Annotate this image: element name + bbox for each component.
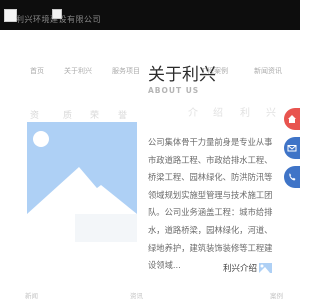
nav-item-about[interactable]: 关于利兴 <box>64 66 92 76</box>
faint-char: 利 <box>240 108 250 119</box>
side-home-button[interactable] <box>284 108 300 130</box>
about-more-link[interactable]: 利兴介绍 <box>223 262 273 274</box>
nav-item-services[interactable]: 服务项目 <box>112 66 140 76</box>
about-more-label: 利兴介绍 <box>223 264 258 274</box>
home-icon <box>288 115 296 123</box>
about-description: 公司集体骨干力量前身是专业从事市政道路工程、市政给排水工程、桥梁工程、园林绿化、… <box>148 137 273 271</box>
about-title: 关于利兴 <box>148 65 216 85</box>
top-bar: 利兴环境建设有限公司 <box>0 0 300 30</box>
footer-faint-text: 资讯 <box>130 292 143 300</box>
faint-char: 介 <box>188 108 198 119</box>
image-placeholder-icon <box>27 131 137 214</box>
faint-char: 誉 <box>118 111 128 121</box>
faint-char: 资 <box>30 111 40 121</box>
faint-char: 质 <box>63 111 73 121</box>
about-subtitle: ABOUT US <box>148 86 200 95</box>
nav-item-home[interactable]: 首页 <box>30 66 44 76</box>
broken-image-icon <box>52 9 62 19</box>
nav-item-news[interactable]: 新闻资讯 <box>254 66 282 76</box>
side-phone-button[interactable] <box>284 166 300 188</box>
image-shadow-band <box>75 214 137 242</box>
side-mail-button[interactable] <box>284 137 300 159</box>
about-image <box>27 122 137 214</box>
faint-char: 荣 <box>90 111 100 121</box>
mail-icon <box>287 145 297 152</box>
image-thumb-icon <box>259 263 273 273</box>
faint-char: 绍 <box>213 108 223 119</box>
faint-char: 兴 <box>266 108 276 119</box>
phone-icon <box>289 173 296 181</box>
footer-faint-text: 新闻 <box>25 292 38 300</box>
footer-faint-text: 案例 <box>270 292 283 300</box>
